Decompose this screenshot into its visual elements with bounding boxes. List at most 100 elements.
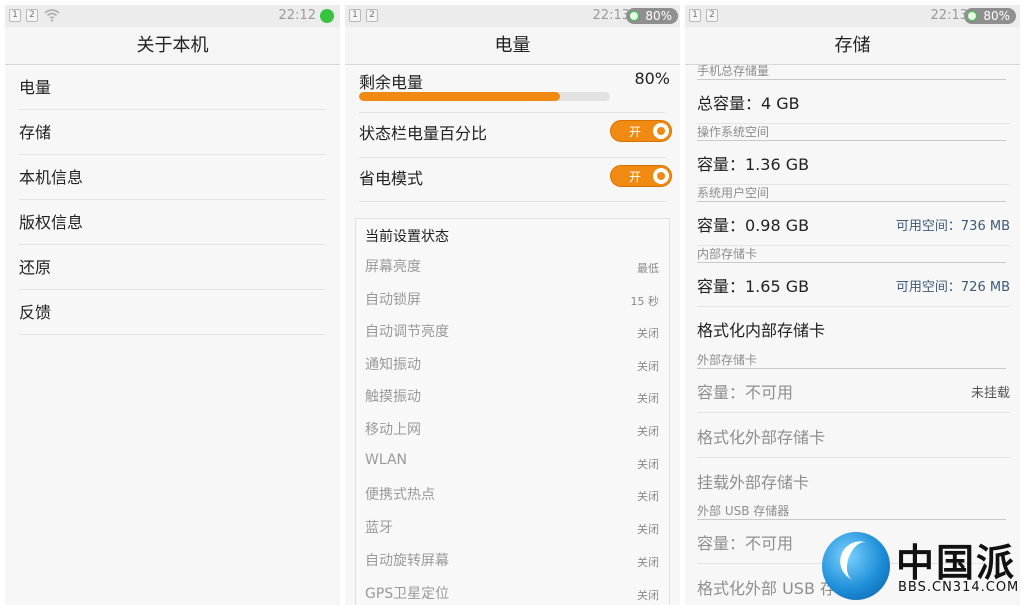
about-screen: 1 2 22:12 关于本机 电量 存储 本机信息 版权信息 还原 反馈 <box>5 5 340 605</box>
page-title: 关于本机 <box>5 27 340 65</box>
setting-value: 关闭 <box>637 490 659 503</box>
section-internal-card: 内部存储卡 <box>697 247 1006 263</box>
current-settings-title: 当前设置状态 <box>365 229 449 245</box>
menu-item-device-info[interactable]: 本机信息 <box>19 155 326 200</box>
menu-item-restore[interactable]: 还原 <box>19 245 326 290</box>
setting-name: 自动锁屏 <box>365 292 421 308</box>
battery-percent-toggle[interactable]: 开 <box>610 120 672 142</box>
setting-name: WLAN <box>365 452 408 468</box>
remaining-battery-value: 80% <box>634 69 670 88</box>
site-watermark-logo: 中国派 BBS.CN314.COM <box>822 530 1022 602</box>
setting-row: 移动上网 关闭 <box>365 419 659 452</box>
setting-name: 自动调节亮度 <box>365 324 449 340</box>
setting-name: 自动旋转屏幕 <box>365 553 449 569</box>
capacity-text: 容量：1.36 GB <box>697 155 810 174</box>
setting-row: 屏幕亮度 最低 <box>365 256 659 289</box>
wifi-icon <box>44 9 60 22</box>
setting-row: 触摸振动 关闭 <box>365 386 659 419</box>
format-internal-button[interactable]: 格式化内部存储卡 <box>697 307 1010 351</box>
toggle-state: 开 <box>629 125 642 139</box>
menu-item-copyright[interactable]: 版权信息 <box>19 200 326 245</box>
capacity-text: 容量：1.65 GB <box>697 277 810 296</box>
section-os-space: 操作系统空间 <box>697 125 1006 141</box>
battery-percent-label: 状态栏电量百分比 <box>359 124 488 143</box>
setting-value: 关闭 <box>637 589 659 602</box>
setting-row: 自动调节亮度 关闭 <box>365 321 659 354</box>
setting-value: 关闭 <box>637 392 659 405</box>
setting-name: 移动上网 <box>365 422 421 438</box>
status-bar: 1 2 22:13 80% <box>345 5 680 27</box>
battery-percent: 80% <box>645 9 672 23</box>
os-space-row: 容量：1.36 GB <box>697 141 1010 185</box>
menu-item-storage[interactable]: 存储 <box>19 110 326 155</box>
setting-row: 便携式热点 关闭 <box>365 484 659 517</box>
user-space-row: 容量：0.98 GB 可用空间：736 MB <box>697 202 1010 246</box>
setting-row: 通知振动 关闭 <box>365 354 659 387</box>
battery-progress-fill <box>359 92 560 101</box>
status-time: 22:13 <box>930 8 968 23</box>
status-time: 22:13 <box>592 8 630 23</box>
setting-value: 关闭 <box>637 425 659 438</box>
page-title: 电量 <box>345 27 680 65</box>
menu-item-feedback[interactable]: 反馈 <box>19 290 326 335</box>
mount-external-button[interactable]: 挂载外部存储卡 <box>697 459 1010 503</box>
setting-name: 蓝牙 <box>365 520 393 536</box>
section-phone-total: 手机总存储量 <box>697 64 1006 80</box>
internal-card-row: 容量：1.65 GB 可用空间：726 MB <box>697 263 1010 307</box>
setting-row: WLAN 关闭 <box>365 452 659 485</box>
power-saver-label: 省电模式 <box>359 169 424 188</box>
free-space-text: 可用空间：736 MB <box>895 219 1010 234</box>
setting-value: 关闭 <box>637 556 659 569</box>
sim2-icon: 2 <box>26 9 38 22</box>
battery-indicator: 80% <box>964 8 1016 24</box>
remaining-battery-label: 剩余电量 <box>359 73 424 92</box>
external-card-row: 容量：不可用 未挂载 <box>697 369 1010 413</box>
toggle-knob <box>653 168 669 184</box>
setting-name: GPS卫星定位 <box>365 586 450 602</box>
battery-progress-bar <box>359 92 610 101</box>
power-screen: 1 2 22:13 80% 电量 剩余电量 80% 状态栏电量百分比 开 省电模… <box>345 5 680 605</box>
capacity-text: 总容量：4 GB <box>697 94 800 113</box>
format-external-button[interactable]: 格式化外部存储卡 <box>697 414 1010 458</box>
page-title: 存储 <box>685 27 1020 65</box>
free-space-text: 可用空间：726 MB <box>895 280 1010 295</box>
battery-indicator: 80% <box>626 8 678 24</box>
setting-name: 通知振动 <box>365 357 421 373</box>
current-settings-card: 当前设置状态 屏幕亮度 最低 自动锁屏 15 秒 自动调节亮度 关闭 通知振动 … <box>355 218 670 605</box>
watermark-name: 中国派 <box>896 541 1017 585</box>
section-user-space: 系统用户空间 <box>697 186 1006 202</box>
sim1-icon: 1 <box>349 9 361 22</box>
mount-external-label: 挂载外部存储卡 <box>697 473 810 492</box>
phone-total-row: 总容量：4 GB <box>697 80 1010 124</box>
setting-row: GPS卫星定位 关闭 <box>365 583 659 605</box>
mount-status: 未挂载 <box>970 386 1010 401</box>
format-usb-label: 格式化外部 USB 存 <box>697 579 837 598</box>
format-external-label: 格式化外部存储卡 <box>697 428 826 447</box>
sim1-icon: 1 <box>9 9 21 22</box>
setting-value: 最低 <box>637 262 659 275</box>
section-external-card: 外部存储卡 <box>697 353 1006 369</box>
setting-value: 15 秒 <box>630 295 660 308</box>
setting-name: 便携式热点 <box>365 487 435 503</box>
sim2-icon: 2 <box>366 9 378 22</box>
section-usb-storage: 外部 USB 存储器 <box>697 504 1006 520</box>
battery-percent: 80% <box>983 9 1010 23</box>
battery-icon <box>629 11 640 21</box>
capacity-text: 容量：不可用 <box>697 383 794 402</box>
logo-icon <box>822 532 890 600</box>
capacity-text: 容量：不可用 <box>697 534 794 553</box>
menu-item-battery[interactable]: 电量 <box>19 65 326 110</box>
power-saver-toggle[interactable]: 开 <box>610 165 672 187</box>
divider <box>359 157 666 158</box>
setting-row: 自动锁屏 15 秒 <box>365 289 659 322</box>
status-time: 22:12 <box>278 8 316 23</box>
toggle-knob <box>653 123 669 139</box>
setting-row: 自动旋转屏幕 关闭 <box>365 550 659 583</box>
setting-name: 触摸振动 <box>365 389 421 405</box>
setting-value: 关闭 <box>637 327 659 340</box>
toggle-state: 开 <box>629 170 642 184</box>
capacity-text: 容量：0.98 GB <box>697 216 810 235</box>
sim2-icon: 2 <box>706 9 718 22</box>
battery-icon <box>967 11 978 21</box>
format-internal-label: 格式化内部存储卡 <box>697 321 826 340</box>
